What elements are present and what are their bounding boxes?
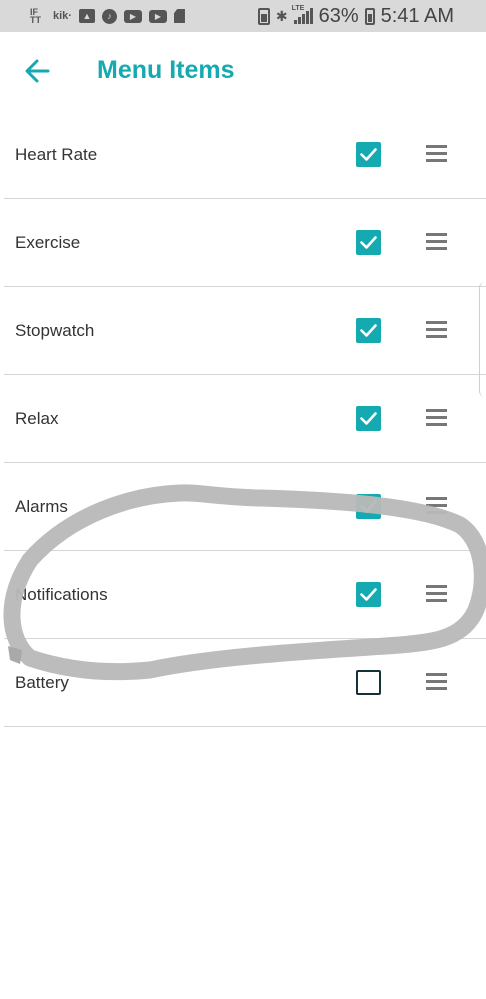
drag-handle-icon[interactable] — [426, 233, 447, 251]
checkmark-icon — [360, 148, 377, 161]
menu-item-heart-rate: Heart Rate — [4, 111, 486, 199]
menu-item-checkbox[interactable] — [356, 494, 381, 519]
menu-item-alarms: Alarms — [4, 463, 486, 551]
back-button[interactable] — [20, 54, 54, 88]
arrow-left-icon — [25, 59, 50, 83]
checkmark-icon — [360, 588, 377, 601]
status-bar: IF TT kik· ▲ ♪ ▶ ▶ ✱ LTE 63% 5:41 AM — [0, 0, 486, 32]
menu-item-checkbox[interactable] — [356, 670, 381, 695]
menu-item-checkbox[interactable] — [356, 230, 381, 255]
checkmark-icon — [360, 500, 377, 513]
menu-item-battery: Battery — [4, 639, 486, 727]
drag-handle-icon[interactable] — [426, 673, 447, 691]
menu-item-checkbox[interactable] — [356, 318, 381, 343]
menu-item-label: Battery — [15, 673, 69, 692]
page-title: Menu Items — [97, 56, 235, 84]
youtube-icon: ▶ — [148, 9, 167, 23]
clock: 5:41 AM — [380, 4, 454, 27]
signal-icon: LTE — [291, 5, 313, 24]
battery-icon — [364, 7, 375, 25]
system-icons: ✱ LTE 63% 5:41 AM — [257, 0, 454, 32]
menu-item-checkbox[interactable] — [356, 582, 381, 607]
menu-item-label: Notifications — [15, 585, 108, 604]
drag-handle-icon[interactable] — [426, 321, 447, 339]
menu-item-stopwatch: Stopwatch — [4, 287, 486, 375]
battery-percent: 63% — [318, 4, 359, 27]
music-icon: ♪ — [101, 8, 117, 24]
gallery-icon: ▲ — [78, 9, 95, 23]
battery-saver-icon — [257, 7, 270, 25]
menu-item-notifications: Notifications — [4, 551, 486, 639]
menu-item-label: Alarms — [15, 497, 68, 516]
drag-handle-icon[interactable] — [426, 145, 447, 163]
drag-handle-icon[interactable] — [426, 409, 447, 427]
youtube-icon: ▶ — [123, 9, 142, 23]
drag-handle-icon[interactable] — [426, 497, 447, 515]
menu-item-checkbox[interactable] — [356, 142, 381, 167]
sd-card-icon — [173, 9, 185, 23]
ifttt-icon: IF TT — [30, 7, 41, 25]
menu-item-label: Stopwatch — [15, 321, 95, 340]
network-type-label: LTE — [291, 5, 305, 12]
menu-item-label: Exercise — [15, 233, 81, 252]
menu-item-label: Heart Rate — [15, 145, 98, 164]
menu-item-exercise: Exercise — [4, 199, 486, 287]
app-bar: Menu Items — [0, 32, 486, 108]
menu-items-list: Heart Rate Exercise Stopwatch Relax Alar… — [0, 111, 486, 727]
notification-icons: IF TT kik· ▲ ♪ ▶ ▶ — [0, 7, 185, 25]
scroll-indicator[interactable] — [479, 282, 486, 397]
menu-item-checkbox[interactable] — [356, 406, 381, 431]
menu-item-label: Relax — [15, 409, 59, 428]
menu-item-relax: Relax — [4, 375, 486, 463]
checkmark-icon — [360, 412, 377, 425]
drag-handle-icon[interactable] — [426, 585, 447, 603]
checkmark-icon — [360, 324, 377, 337]
kik-icon: kik· — [53, 10, 72, 22]
checkmark-icon — [360, 236, 377, 249]
bluetooth-icon: ✱ — [275, 7, 288, 24]
